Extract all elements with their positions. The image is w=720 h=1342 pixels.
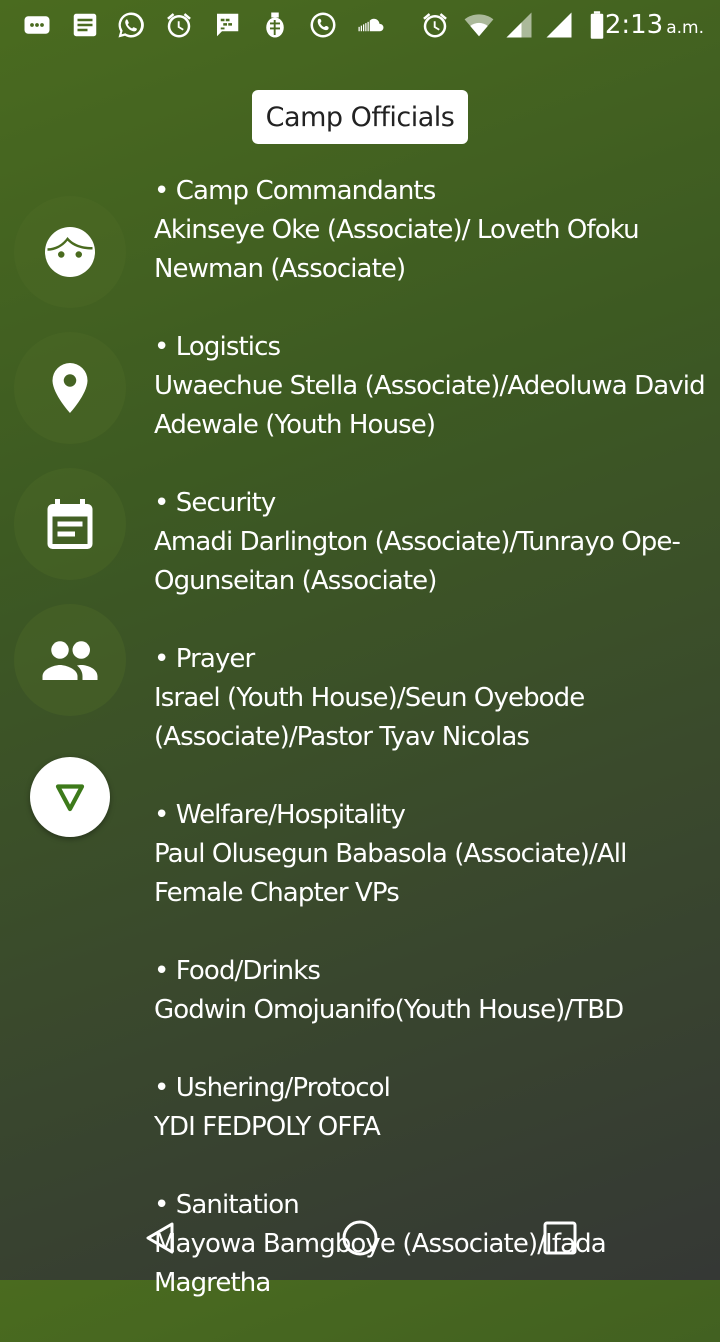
side-menu-calendar-button[interactable] (14, 468, 126, 580)
section-body: Akinseye Oke (Associate)/ Loveth Ofoku N… (154, 215, 640, 284)
grenade-app-icon (258, 8, 292, 42)
whatsapp-icon (114, 8, 148, 42)
section-logistics: • Logistics Uwaechue Stella (Associate)/… (154, 328, 710, 445)
recents-icon (543, 1221, 577, 1255)
calendar-icon (47, 499, 93, 549)
back-icon (146, 1222, 174, 1254)
triangle-down-icon (55, 784, 85, 812)
section-food-drinks: • Food/Drinks Godwin Omojuanifo(Youth Ho… (154, 952, 710, 1030)
section-body: YDI FEDPOLY OFFA (154, 1112, 381, 1142)
expand-menu-button[interactable] (30, 757, 110, 837)
wifi-icon (462, 8, 496, 42)
section-camp-commandants: • Camp Commandants Akinseye Oke (Associa… (154, 172, 710, 289)
people-icon (42, 641, 98, 680)
bbm-icon (210, 8, 244, 42)
section-body: Godwin Omojuanifo(Youth House)/TBD (154, 995, 624, 1025)
section-title: • Food/Drinks (154, 956, 321, 986)
alarm-icon (162, 8, 196, 42)
section-title: • Security (154, 488, 276, 518)
section-title: • Ushering/Protocol (154, 1073, 391, 1103)
alarm-icon (418, 8, 452, 42)
signal-icon (542, 8, 576, 42)
section-security: • Security Amadi Darlington (Associate)/… (154, 484, 710, 601)
clock-time: 2:13 (604, 10, 664, 40)
section-title: • Logistics (154, 332, 281, 362)
side-menu-people-button[interactable] (14, 604, 126, 716)
signal-icon (502, 8, 536, 42)
status-clock: 2:13 a.m. (605, 10, 704, 40)
home-button[interactable] (330, 1208, 390, 1268)
recents-button[interactable] (530, 1208, 590, 1268)
status-bar: 2:13 a.m. (0, 0, 720, 52)
section-welfare: • Welfare/Hospitality Paul Olusegun Baba… (154, 796, 710, 913)
section-title: • Prayer (154, 644, 255, 674)
system-nav-bar (0, 1190, 720, 1280)
section-body: Israel (Youth House)/Seun Oyebode (Assoc… (154, 683, 585, 752)
soundcloud-icon (354, 8, 388, 42)
messages-icon (20, 8, 54, 42)
section-title: • Welfare/Hospitality (154, 800, 406, 830)
side-menu-face-button[interactable] (14, 196, 126, 308)
officials-list: • Camp Commandants Akinseye Oke (Associa… (154, 172, 710, 1342)
section-body: Paul Olusegun Babasola (Associate)/All F… (154, 839, 627, 908)
home-icon (342, 1220, 378, 1256)
face-icon (45, 227, 95, 277)
section-prayer: • Prayer Israel (Youth House)/Seun Oyebo… (154, 640, 710, 757)
section-title: • Camp Commandants (154, 176, 436, 206)
notes-icon (68, 8, 102, 42)
location-icon (52, 363, 88, 413)
side-menu-location-button[interactable] (14, 332, 126, 444)
page-title: Camp Officials (252, 90, 468, 144)
section-body: Uwaechue Stella (Associate)/Adeoluwa Dav… (154, 371, 706, 440)
clock-ampm: a.m. (666, 18, 704, 38)
section-body: Amadi Darlington (Associate)/Tunrayo Ope… (154, 527, 681, 596)
call-app-icon (306, 8, 340, 42)
back-button[interactable] (130, 1208, 190, 1268)
section-ushering: • Ushering/Protocol YDI FEDPOLY OFFA (154, 1069, 710, 1147)
